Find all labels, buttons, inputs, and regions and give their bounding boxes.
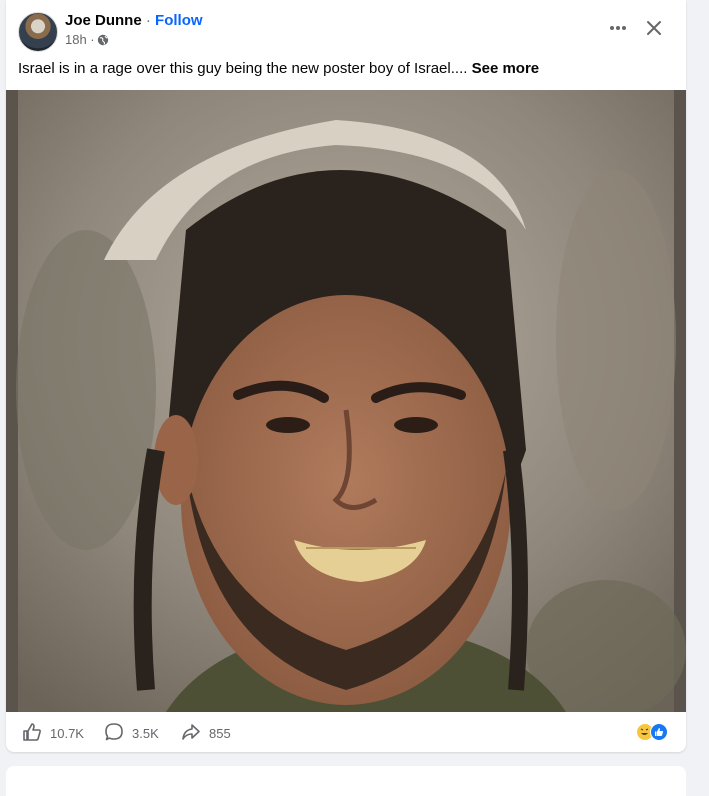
see-more-link[interactable]: See more xyxy=(472,60,540,77)
post-body-text: Israel is in a rage over this guy being … xyxy=(18,60,468,77)
more-options-icon[interactable] xyxy=(606,18,630,38)
like-button[interactable]: 10.7K xyxy=(22,722,84,745)
comment-button[interactable]: 3.5K xyxy=(104,722,159,745)
action-bar: 10.7K 3.5K 855 xyxy=(6,712,686,752)
post-photo[interactable] xyxy=(6,90,686,712)
close-icon[interactable] xyxy=(642,16,666,40)
like-reaction-icon xyxy=(650,723,668,741)
follow-link[interactable]: Follow xyxy=(155,12,203,29)
reaction-summary[interactable] xyxy=(636,723,676,743)
author-line: Joe Dunne · Follow xyxy=(65,12,203,29)
thumbs-up-icon xyxy=(22,722,50,745)
post-card: Joe Dunne · Follow 18h · Israel is in a … xyxy=(6,0,686,752)
comment-count: 3.5K xyxy=(132,726,159,741)
timestamp[interactable]: 18h · xyxy=(65,32,95,47)
like-count: 10.7K xyxy=(50,726,84,741)
post-meta: 18h · xyxy=(65,32,109,47)
next-post-card xyxy=(6,766,686,796)
author-name[interactable]: Joe Dunne xyxy=(65,12,142,29)
globe-icon xyxy=(97,34,109,46)
separator-dot: · xyxy=(145,12,151,29)
share-button[interactable]: 855 xyxy=(181,722,231,745)
comment-bubble-icon xyxy=(104,722,132,745)
avatar[interactable] xyxy=(18,12,58,52)
share-arrow-icon xyxy=(181,722,209,745)
post-text: Israel is in a rage over this guy being … xyxy=(18,60,539,77)
share-count: 855 xyxy=(209,726,231,741)
